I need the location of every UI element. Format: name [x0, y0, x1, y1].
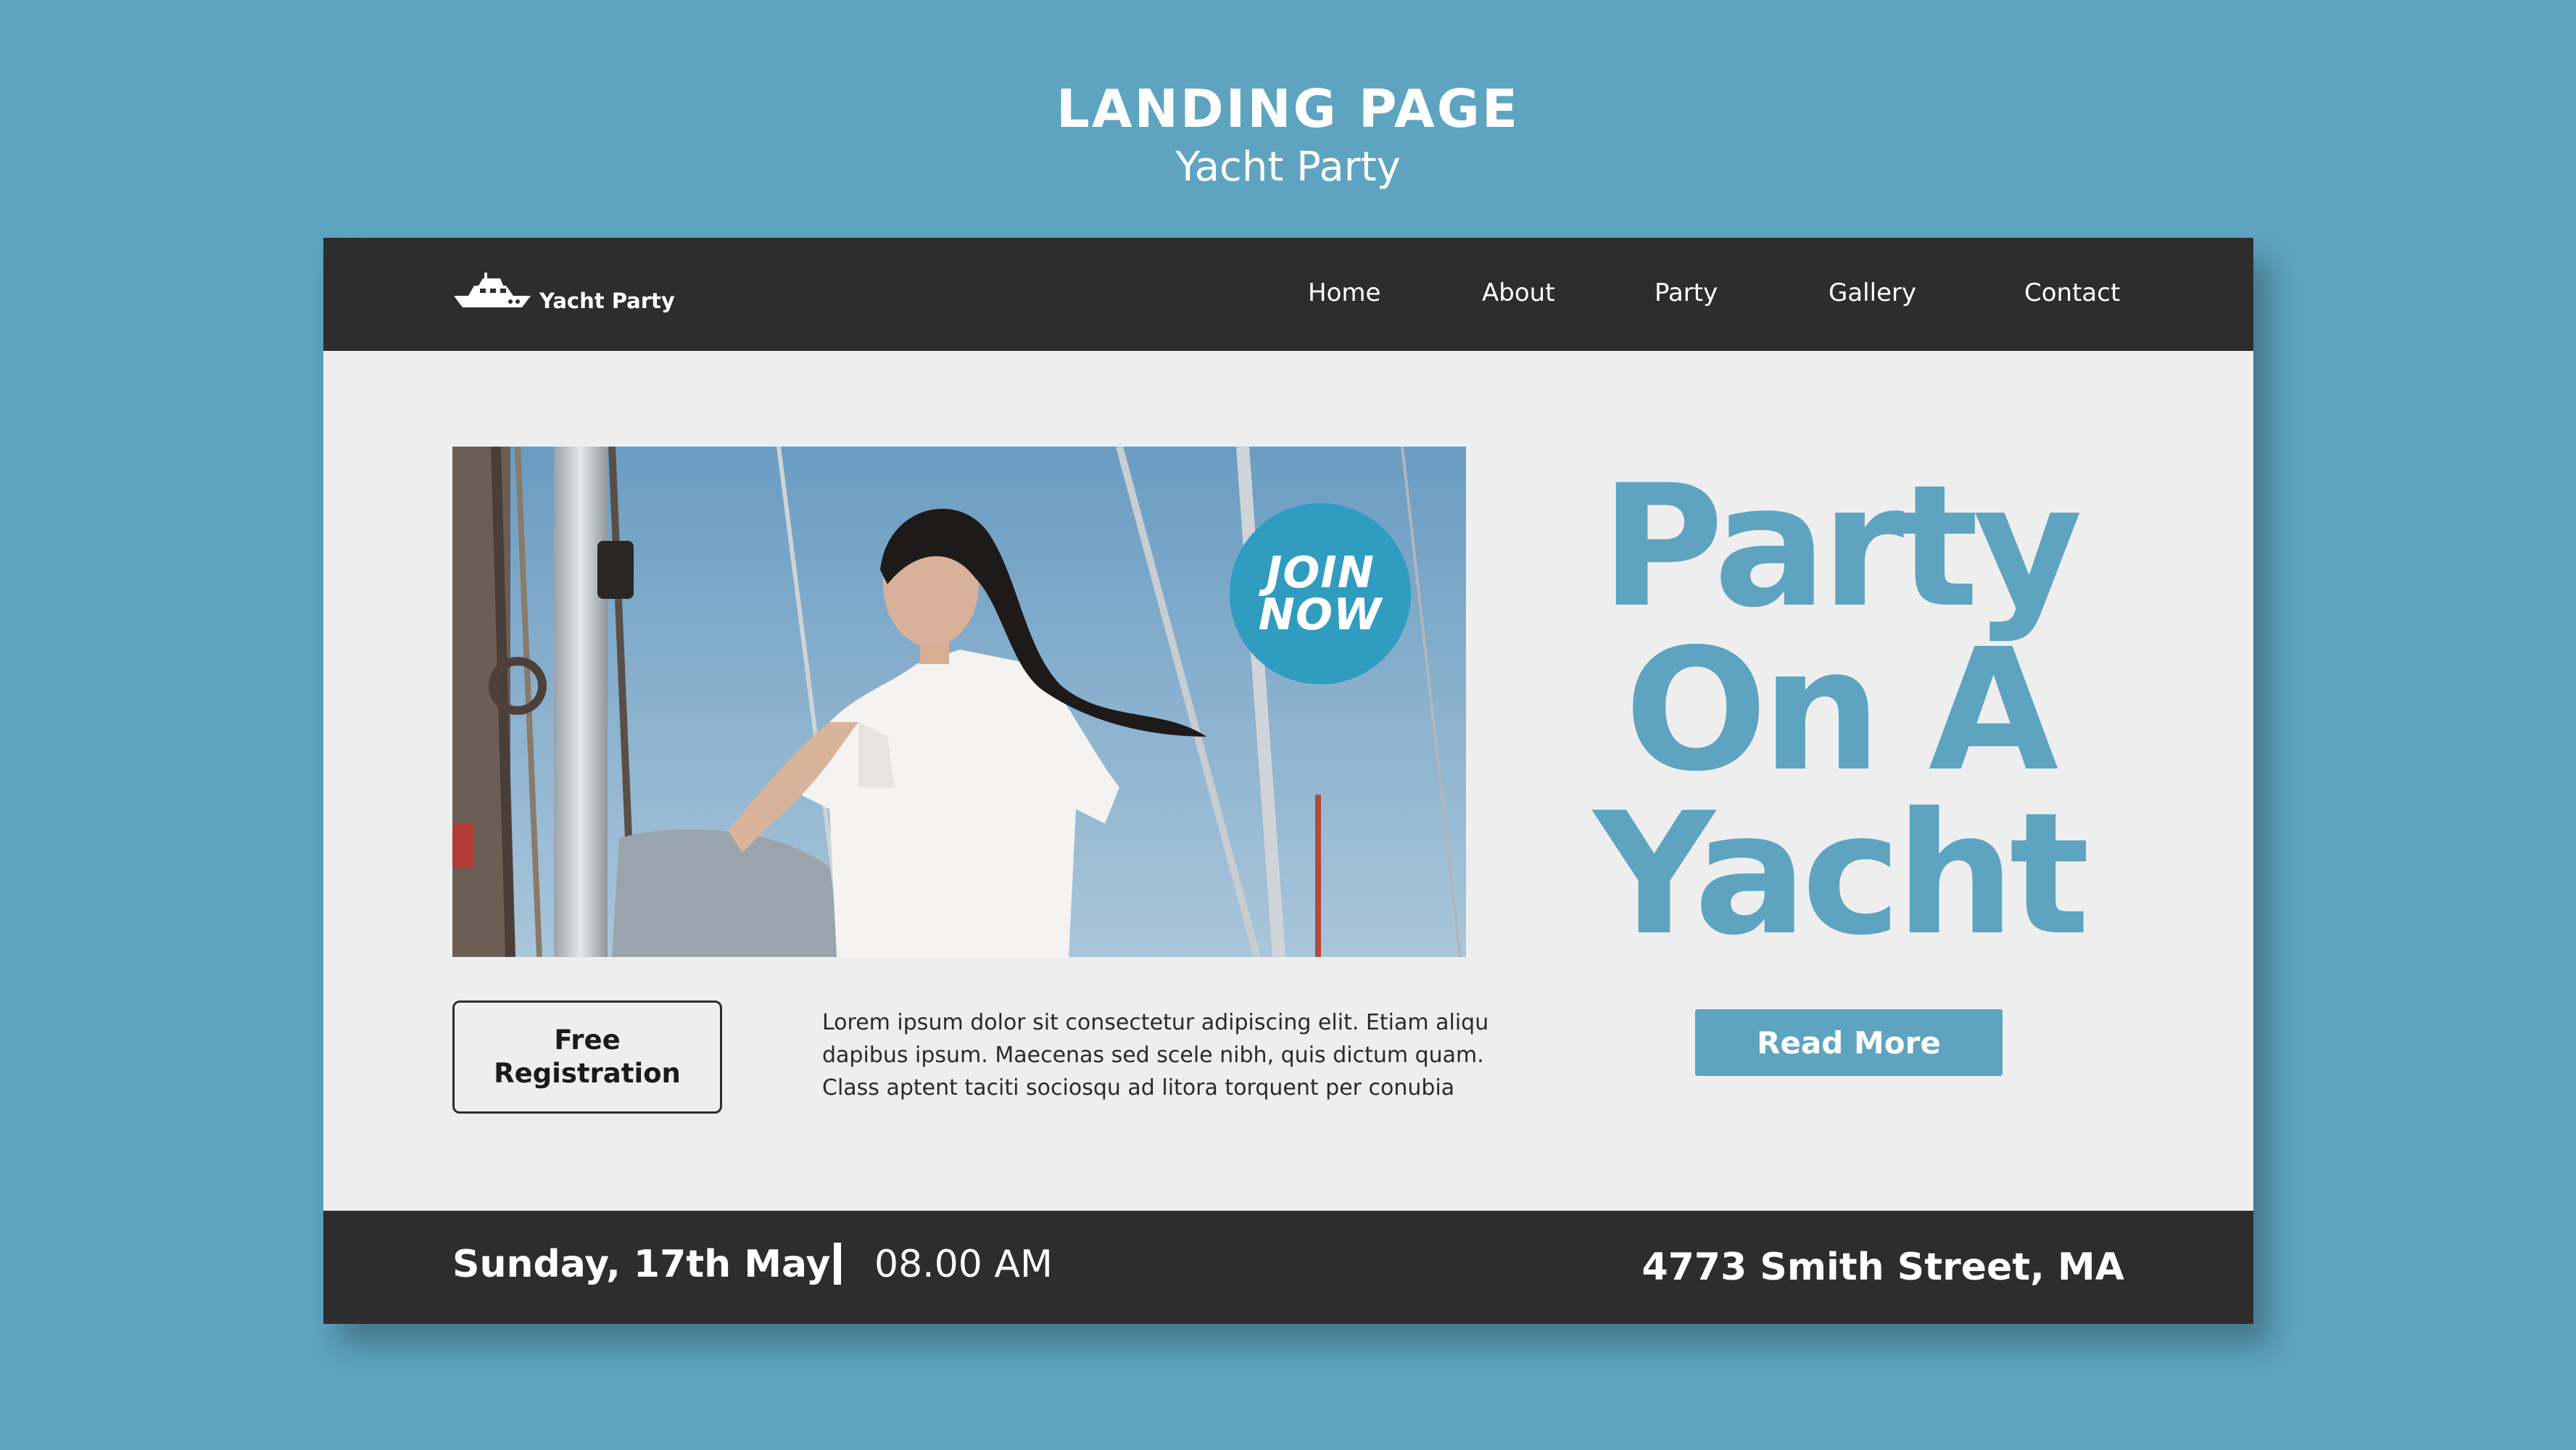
read-more-button[interactable]: Read More — [1695, 1009, 2003, 1076]
event-address: 4773 Smith Street, MA — [1641, 1246, 2124, 1289]
nav-about[interactable]: About — [1482, 278, 1555, 307]
nav-contact[interactable]: Contact — [2024, 278, 2120, 307]
nav-party[interactable]: Party — [1654, 278, 1718, 307]
headline-line-1: Party — [1600, 449, 2083, 645]
join-label: JOIN — [1266, 547, 1375, 598]
event-date: Sunday, 17th May — [452, 1243, 831, 1286]
free-reg-line-1: Free — [554, 1024, 621, 1056]
yacht-icon — [454, 273, 531, 307]
body-text-line: Lorem ipsum dolor sit consectetur adipis… — [822, 1010, 1489, 1035]
logo[interactable]: Yacht Party — [452, 271, 675, 313]
free-registration-button[interactable]: Free Registration — [452, 1000, 722, 1114]
nav-home[interactable]: Home — [1308, 278, 1380, 307]
now-label: NOW — [1258, 589, 1383, 640]
body-text: Lorem ipsum dolor sit consectetur adipis… — [822, 1006, 1489, 1104]
top-navbar: Yacht Party Home About Party Gallery Con… — [323, 238, 2253, 351]
body-text-line: Class aptent taciti sociosqu ad litora t… — [822, 1075, 1455, 1101]
headline-line-3: Yacht — [1593, 776, 2090, 972]
logo-label: Yacht Party — [539, 289, 675, 313]
headline-line-2: On A — [1624, 613, 2059, 808]
free-reg-line-2: Registration — [494, 1058, 681, 1089]
footer-bar: Sunday, 17th May 08.00 AM 4773 Smith Str… — [323, 1211, 2253, 1324]
event-time: 08.00 AM — [874, 1243, 1053, 1286]
page-title: LANDING PAGE — [1056, 78, 1520, 139]
body-text-line: dapibus ipsum. Maecenas sed scele nibh, … — [822, 1043, 1484, 1068]
landing-mockup: Yacht Party Home About Party Gallery Con… — [323, 238, 2253, 1324]
join-now-badge[interactable]: JOIN NOW — [1230, 503, 1411, 684]
page-subtitle: Yacht Party — [1175, 144, 1401, 191]
nav-gallery[interactable]: Gallery — [1829, 278, 1916, 307]
date-time-separator — [834, 1243, 841, 1285]
